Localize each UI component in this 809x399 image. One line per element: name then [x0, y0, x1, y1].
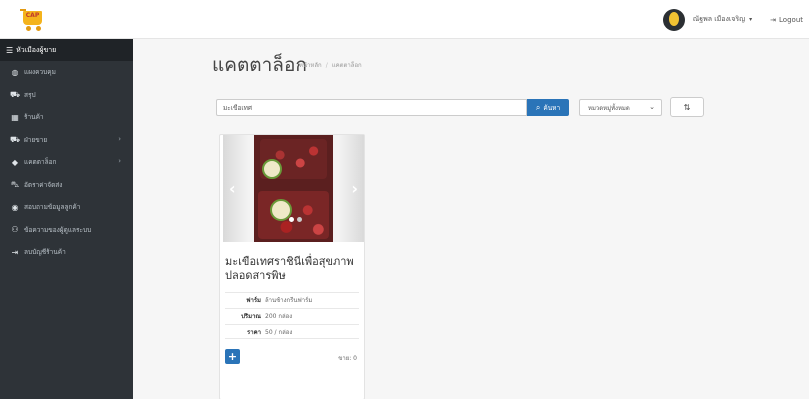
menu-icon: ☰	[6, 45, 14, 55]
spec-row-price: ราคา 50 / กล่อง	[225, 324, 359, 339]
cart-icon: ⛟	[9, 89, 21, 99]
search-button[interactable]: ⌕ ค้นหา	[527, 99, 569, 116]
product-sticker	[262, 159, 282, 179]
breadcrumb-separator: /	[325, 62, 328, 69]
sidebar-item-shipping-rates[interactable]: ⛍ อัตราค่าจัดส่ง	[0, 174, 133, 197]
top-navbar: CAP ณัฐพล เมืองเจริญ ▾ ⇥ Logout	[0, 0, 809, 39]
sidebar-item-label: ลบบัญชีร้านค้า	[24, 248, 66, 257]
page-title: แคตตาล็อก	[212, 54, 307, 76]
spec-label: ราคา	[247, 328, 261, 336]
sidebar-header[interactable]: ☰ หัวเมืองผู้ขาย	[0, 39, 133, 61]
sidebar-title: หัวเมืองผู้ขาย	[16, 45, 57, 54]
search-button-label: ค้นหา	[543, 103, 561, 112]
chat-icon: ◉	[11, 202, 19, 212]
sidebar-item-dashboard[interactable]: ◍ แผงควบคุม	[0, 61, 133, 84]
sort-button[interactable]: ⇅	[670, 97, 704, 117]
sidebar-item-summary[interactable]: ⛟ สรุป	[0, 84, 133, 107]
chevron-down-icon[interactable]: ▾	[749, 16, 752, 23]
product-image-carousel: ‹ ›	[223, 135, 364, 242]
chevron-right-icon: ›	[118, 134, 121, 143]
tag-icon: ◆	[11, 157, 19, 167]
product-name[interactable]: มะเขือเทศราชินีเพื่อสุขภาพ ปลอดสารพิษ	[225, 255, 359, 283]
spec-label: ฟาร์ม	[246, 297, 261, 304]
sidebar-item-label: สอบถามข้อมูลลูกค้า	[24, 203, 81, 212]
shop-logo[interactable]: CAP	[20, 6, 46, 32]
sidebar-item-store[interactable]: ▦ ร้านค้า	[0, 106, 133, 129]
search-icon: ⌕	[535, 102, 541, 112]
logo-wheel	[26, 26, 31, 31]
truck-icon: ⛍	[10, 179, 20, 189]
sidebar-item-label: ร้านค้า	[24, 113, 44, 122]
breadcrumb-current: แคตตาล็อก	[331, 62, 362, 69]
user-name[interactable]: ณัฐพล เมืองเจริญ	[693, 14, 745, 25]
spec-value: 200 กล่อง	[265, 313, 293, 320]
tomato-tray	[258, 191, 329, 239]
user-area: ณัฐพล เมืองเจริญ ▾ ⇥ Logout	[662, 0, 809, 39]
sidebar-item-label: แผงควบคุม	[24, 68, 56, 77]
logo-text: CAP	[25, 12, 40, 19]
sidebar-item-label: ข้อความของผู้ดูแลระบบ	[24, 225, 92, 234]
cart-icon: ⛟	[9, 134, 21, 144]
sidebar: ☰ หัวเมืองผู้ขาย ◍ แผงควบคุม ⛟ สรุป ▦ ร้…	[0, 39, 133, 399]
sidebar-item-label: ฝ่ายขาย	[24, 135, 48, 144]
avatar[interactable]	[662, 8, 685, 31]
sidebar-item-label: แคตตาล็อก	[24, 158, 57, 167]
users-icon: ⚇	[11, 225, 19, 235]
spec-value: 50 / กล่อง	[265, 328, 293, 336]
carousel-indicator[interactable]	[289, 217, 294, 222]
chevron-right-icon: ›	[118, 157, 121, 165]
spec-row-farm: ฟาร์ม ล้านช้างกรีนฟาร์ม	[225, 292, 359, 307]
sidebar-item-catalog[interactable]: ◆ แคตตาล็อก ›	[0, 151, 133, 174]
sidebar-item-delete-store[interactable]: ⇥ ลบบัญชีร้านค้า	[0, 241, 133, 264]
breadcrumb-home[interactable]: หน้าหลัก	[299, 62, 322, 69]
dashboard-icon: ◍	[11, 67, 19, 77]
chevron-left-icon[interactable]: ‹	[229, 179, 236, 198]
spec-row-quantity: ปริมาณ 200 กล่อง	[225, 308, 359, 323]
main-content: แคตตาล็อก หน้าหลัก/แคตตาล็อก ⌕ ค้นหา หมว…	[133, 39, 809, 399]
chevron-right-icon[interactable]: ›	[351, 179, 358, 198]
logout-label: Logout	[779, 15, 803, 24]
spec-value: ล้านช้างกรีนฟาร์ม	[265, 297, 313, 304]
avatar-face	[668, 11, 679, 26]
product-card: ‹ › มะเขือเทศราชินีเพื่อสุขภาพ ปลอดสารพิ…	[219, 134, 365, 399]
breadcrumb: หน้าหลัก / แคตตาล็อก	[299, 60, 362, 70]
sort-icon: ⇅	[683, 102, 691, 112]
search-input[interactable]	[216, 99, 527, 116]
sidebar-item-admin-messages[interactable]: ⚇ ข้อความของผู้ดูแลระบบ	[0, 219, 133, 242]
signout-icon: ⇥	[11, 247, 19, 257]
category-select-value: หมวดหมู่ทั้งหมด	[588, 104, 630, 112]
category-select[interactable]: หมวดหมู่ทั้งหมด ⌄	[579, 99, 662, 116]
sidebar-item-sales[interactable]: ⛟ ฝ่ายขาย ›	[0, 129, 133, 152]
logout-link[interactable]: ⇥ Logout	[770, 16, 803, 24]
product-photo	[254, 135, 333, 242]
store-icon: ▦	[11, 112, 19, 122]
sidebar-item-label: อัตราค่าจัดส่ง	[24, 180, 63, 189]
add-to-cart-button[interactable]: +	[225, 349, 240, 364]
sidebar-item-customer-inquiries[interactable]: ◉ สอบถามข้อมูลลูกค้า	[0, 196, 133, 219]
logo-wheel	[36, 26, 41, 31]
chevron-down-icon: ⌄	[649, 103, 655, 111]
sold-count: ขาย: 0	[338, 355, 357, 362]
spec-label: ปริมาณ	[241, 313, 261, 320]
signout-icon: ⇥	[770, 15, 777, 24]
carousel-indicator[interactable]	[297, 217, 302, 222]
sidebar-item-label: สรุป	[24, 90, 36, 99]
